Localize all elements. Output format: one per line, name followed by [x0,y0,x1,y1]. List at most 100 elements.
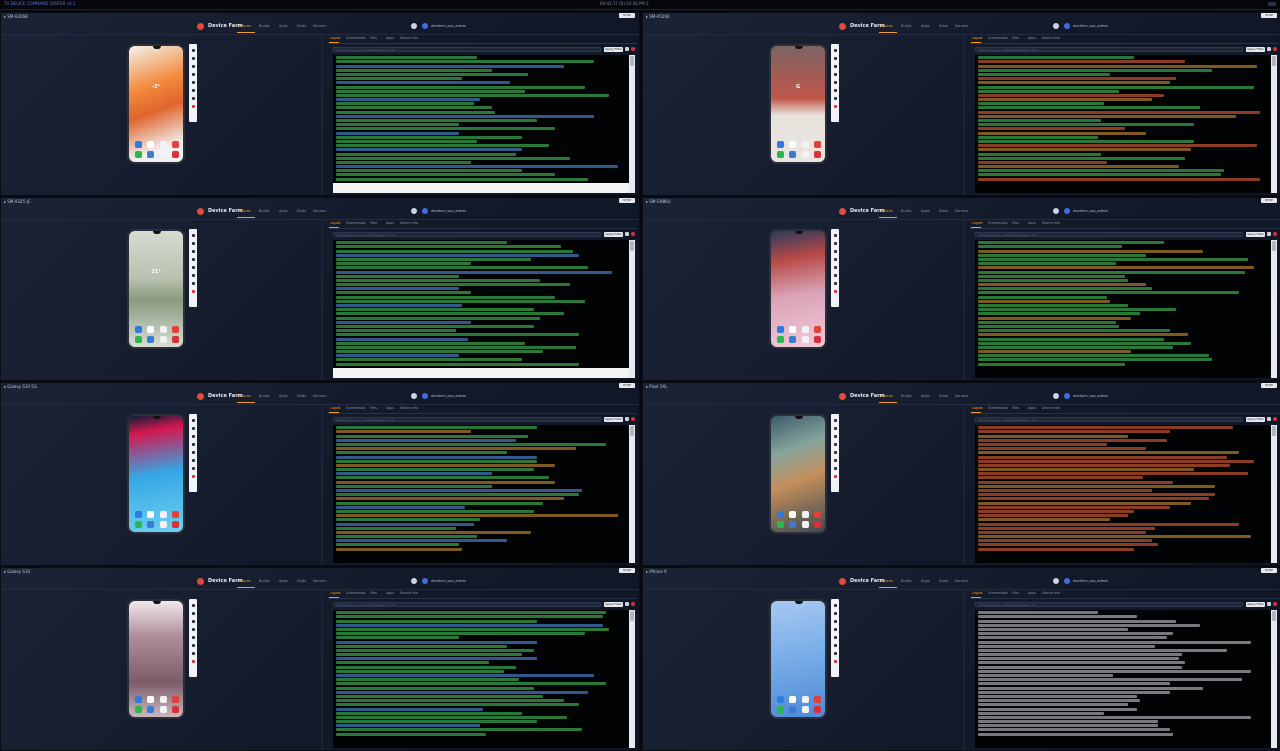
tab[interactable]: Device Info [400,591,418,595]
control-icon[interactable] [191,258,195,261]
control-icon[interactable] [191,652,195,655]
scrollbar[interactable] [1271,425,1277,563]
github-icon[interactable] [1053,208,1059,214]
device-screen[interactable] [769,599,827,719]
record-icon[interactable] [1273,417,1277,421]
panel-splitter[interactable] [963,220,965,380]
control-icon[interactable] [191,644,195,647]
scrollbar[interactable] [629,240,635,378]
tab[interactable]: Files [370,36,377,40]
control-icon[interactable] [191,57,195,60]
avatar[interactable] [422,208,428,214]
control-icon[interactable] [191,620,195,623]
clear-icon[interactable] [625,47,629,51]
tab[interactable]: Logcat [330,36,341,40]
device-screen[interactable]: 21° [127,229,185,349]
nav-item[interactable]: Builds [901,579,912,583]
tab[interactable]: Files [370,591,377,595]
apply-filter-button[interactable]: Apply Filter [1246,417,1265,422]
control-icon[interactable] [191,81,195,84]
control-icon[interactable] [191,435,195,438]
control-icon[interactable] [833,242,837,245]
control-icon[interactable] [191,443,195,446]
nav-item[interactable]: Devices [237,24,251,28]
tab[interactable]: Files [1012,406,1019,410]
control-icon[interactable] [833,443,837,446]
device-screen[interactable] [127,414,185,534]
device-screen[interactable] [127,599,185,719]
nav-item[interactable]: Apps [921,209,930,213]
tab[interactable]: Screenshots [988,36,1008,40]
control-icon[interactable] [833,274,837,277]
nav-item[interactable]: Devices [879,24,893,28]
nav-item[interactable]: Stats [297,394,306,398]
nav-item[interactable]: Apps [279,579,288,583]
nav-item[interactable]: Stats [297,24,306,28]
control-icon[interactable] [833,250,837,253]
control-icon[interactable] [833,419,837,422]
avatar[interactable] [422,23,428,29]
tab[interactable]: Screenshots [346,36,366,40]
nav-item[interactable]: Apps [279,394,288,398]
control-icon[interactable] [833,282,837,285]
panel-splitter[interactable] [963,405,965,565]
record-icon[interactable] [1273,232,1277,236]
nav-item[interactable]: Stats [939,394,948,398]
clear-icon[interactable] [1267,232,1271,236]
nav-item[interactable]: Builds [901,24,912,28]
control-icon[interactable] [833,427,837,430]
control-icon[interactable] [191,73,195,76]
log-filter-input[interactable]: Filter logs (e.g., ActivityManager) / Ct… [975,417,1243,422]
record-icon[interactable] [631,417,635,421]
control-icon[interactable] [191,475,195,478]
nav-item[interactable]: Devices [237,579,251,583]
apply-filter-button[interactable]: Apply Filter [1246,602,1265,607]
nav-item[interactable]: Builds [901,209,912,213]
control-icon[interactable] [833,234,837,237]
control-icon[interactable] [191,234,195,237]
stop-device-button[interactable]: STOP DEVICE [1261,568,1277,577]
apply-filter-button[interactable]: Apply Filter [1246,232,1265,237]
control-icon[interactable] [833,97,837,100]
tab[interactable]: Logcat [330,221,341,225]
control-icon[interactable] [191,467,195,470]
record-icon[interactable] [631,47,635,51]
control-icon[interactable] [833,49,837,52]
tab[interactable]: Device Info [400,406,418,410]
scrollbar[interactable] [1271,240,1277,378]
control-icon[interactable] [833,620,837,623]
tab[interactable]: Device Info [1042,36,1060,40]
clear-icon[interactable] [625,232,629,236]
record-icon[interactable] [1273,602,1277,606]
control-icon[interactable] [833,266,837,269]
tab[interactable]: Apps [1028,36,1036,40]
tab[interactable]: Device Info [1042,406,1060,410]
nav-item[interactable]: Devices [237,209,251,213]
panel-splitter[interactable] [963,35,965,195]
control-icon[interactable] [191,97,195,100]
apply-filter-button[interactable]: Apply Filter [604,232,623,237]
control-icon[interactable] [191,451,195,454]
control-icon[interactable] [833,290,837,293]
panel-splitter[interactable] [321,35,323,195]
clear-icon[interactable] [625,417,629,421]
github-icon[interactable] [411,393,417,399]
control-icon[interactable] [191,266,195,269]
nav-item[interactable]: Servers [955,209,968,213]
record-icon[interactable] [631,232,635,236]
device-screen[interactable]: G [769,44,827,164]
control-icon[interactable] [191,282,195,285]
window-control[interactable] [1268,2,1276,6]
nav-item[interactable]: Servers [313,24,326,28]
nav-item[interactable]: Apps [279,24,288,28]
log-filter-input[interactable]: Filter logs (e.g., ActivityManager) / Ct… [975,232,1243,237]
avatar[interactable] [422,578,428,584]
control-icon[interactable] [191,459,195,462]
control-icon[interactable] [833,644,837,647]
control-icon[interactable] [833,73,837,76]
control-icon[interactable] [833,660,837,663]
scrollbar[interactable] [1271,610,1277,748]
nav-item[interactable]: Builds [259,394,270,398]
log-filter-input[interactable]: Filter logs (e.g., ActivityManager) / Ct… [333,417,601,422]
panel-splitter[interactable] [321,590,323,750]
